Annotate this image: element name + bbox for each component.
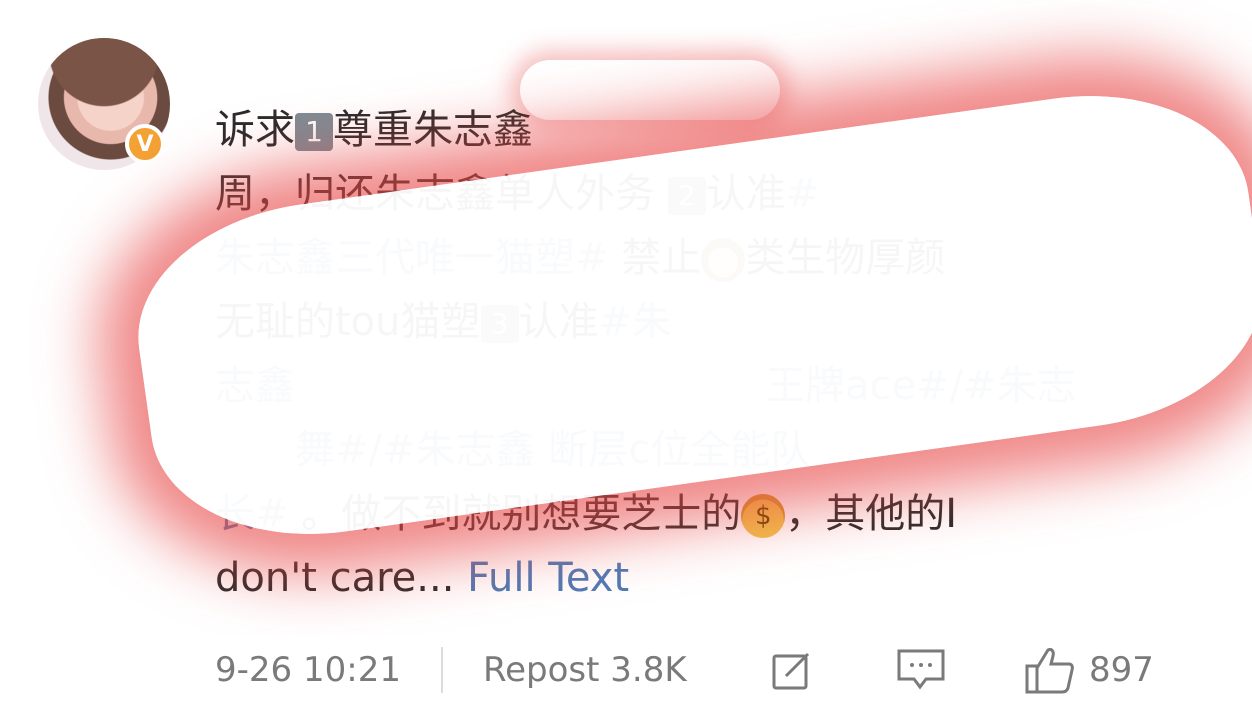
post-text-span: 。做不到就别想要芝士的	[288, 491, 742, 537]
hashtag-link[interactable]: #朱	[599, 299, 673, 345]
post-text-span: 周	[215, 171, 255, 217]
post-line-3: 朱志鑫三代唯一猫塑# 禁止 类生物厚颜	[215, 226, 1215, 290]
post-text-span: 诉求	[215, 107, 295, 153]
post-text-span: 认准	[518, 299, 599, 345]
hashtag-link[interactable]: 王牌ace#/#朱志	[765, 363, 1077, 409]
post-timestamp: 9-26 10:21	[215, 650, 401, 690]
verified-badge-icon: V	[125, 124, 165, 164]
keycap-3-icon: 3	[480, 305, 519, 343]
edit-icon-svg	[772, 652, 810, 690]
money-bag-icon: $	[741, 494, 786, 538]
post-line-4: 无耻的tou猫塑 3 认准#朱	[215, 290, 1215, 354]
comment-icon-svg	[897, 649, 945, 690]
divider	[441, 647, 443, 693]
hashtag-link[interactable]: 志鑫	[215, 363, 295, 409]
post-text-span: 认准	[705, 171, 786, 217]
post-text-span: ，其他的I	[785, 491, 958, 537]
repost-count[interactable]: Repost 3.8K	[483, 650, 765, 690]
hashtag-link[interactable]: 长#	[215, 491, 289, 537]
post-text: 诉求 1 尊重朱志鑫 周，归还朱志鑫单人外务 2 认准# 朱志鑫三代唯一猫塑# 禁止类…	[215, 98, 1215, 610]
comment-icon[interactable]	[894, 643, 948, 697]
post-line-5: 志鑫 王牌ace#/#朱志	[215, 354, 1215, 418]
post-text-span: don't care...	[215, 555, 455, 601]
post-text-span: ，归还朱志鑫单人外务	[255, 171, 655, 217]
post-line-2: 周，归还朱志鑫单人外务 2 认准#	[215, 162, 1215, 226]
thumbs-up-icon	[1023, 643, 1077, 697]
post-footer: 9-26 10:21 Repost 3.8K 897	[215, 640, 1235, 700]
thumbs-up-icon-svg	[1025, 648, 1074, 694]
monkey-emoji-icon	[701, 238, 746, 282]
post-line-1: 诉求 1 尊重朱志鑫	[215, 98, 1215, 162]
hashtag-link[interactable]: 舞#/#朱志鑫 断层c位全能队	[295, 427, 810, 473]
post-line-7: 长# 。做不到就别想要芝士的 $ ，其他的I	[215, 482, 1215, 546]
like-count: 897	[1089, 650, 1154, 690]
keycap-1-icon: 1	[295, 113, 333, 151]
edit-icon[interactable]	[765, 643, 819, 697]
post-line-8: don't care... Full Text	[215, 546, 1215, 610]
hashtag-link[interactable]: 朱志鑫三代唯一猫塑#	[215, 235, 609, 281]
post-text-span: 尊重朱志鑫	[333, 107, 533, 153]
post-line-6: 舞#/#朱志鑫 断层c位全能队	[215, 418, 1215, 482]
full-text-link[interactable]: Full Text	[454, 555, 629, 601]
keycap-2-icon: 2	[667, 177, 706, 215]
hashtag-link[interactable]: #	[786, 171, 820, 217]
post-text-span: 禁止	[608, 235, 702, 281]
like-button[interactable]: 897	[1023, 643, 1154, 697]
post-text-span: 类生物厚颜	[745, 235, 946, 281]
post-text-span: 无耻的tou猫塑	[215, 299, 481, 345]
